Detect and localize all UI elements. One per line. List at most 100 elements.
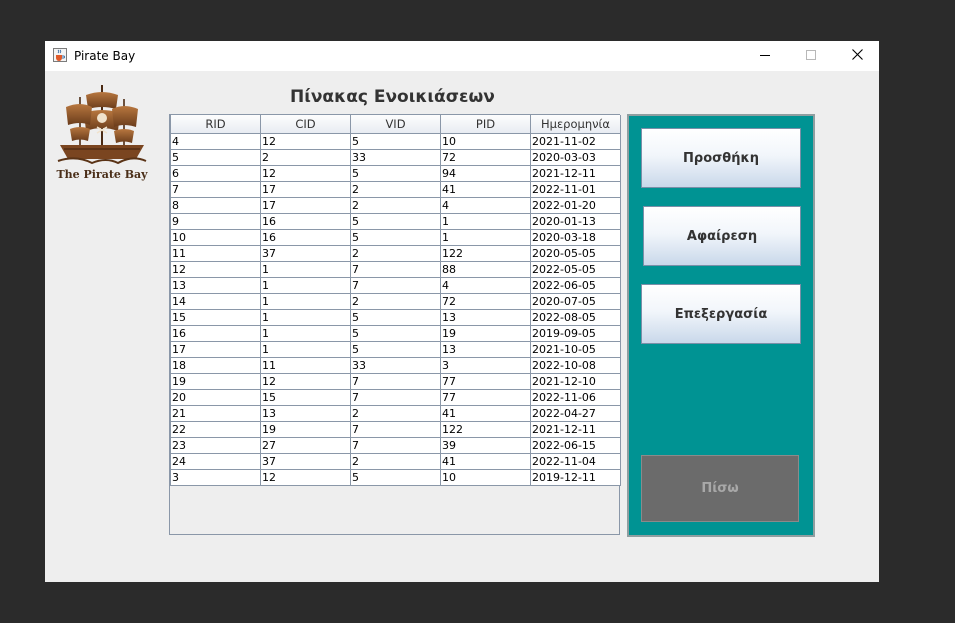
table-cell[interactable]: 5 — [350, 309, 441, 326]
table-cell[interactable]: 4 — [170, 133, 261, 150]
table-cell[interactable]: 12 — [260, 133, 351, 150]
table-cell[interactable]: 21 — [170, 405, 261, 422]
table-cell[interactable]: 41 — [440, 453, 531, 470]
table-cell[interactable]: 19 — [260, 421, 351, 438]
table-cell[interactable]: 20 — [170, 389, 261, 406]
table-cell[interactable]: 5 — [350, 165, 441, 182]
table-cell[interactable]: 2 — [260, 149, 351, 166]
table-cell[interactable]: 1 — [260, 293, 351, 310]
table-cell[interactable]: 2021-12-10 — [530, 373, 621, 390]
table-cell[interactable]: 3 — [440, 357, 531, 374]
table-cell[interactable]: 2020-07-05 — [530, 293, 621, 310]
table-row[interactable]: 10 16 5 1 2020-03-18 — [170, 229, 621, 246]
table-cell[interactable]: 15 — [260, 389, 351, 406]
table-cell[interactable]: 2021-12-11 — [530, 165, 621, 182]
table-cell[interactable]: 1 — [260, 325, 351, 342]
table-cell[interactable]: 1 — [440, 213, 531, 230]
table-cell[interactable]: 7 — [350, 277, 441, 294]
table-cell[interactable]: 17 — [260, 181, 351, 198]
table-cell[interactable]: 6 — [170, 165, 261, 182]
table-row[interactable]: 12 1 7 88 2022-05-05 — [170, 261, 621, 278]
table-cell[interactable]: 16 — [260, 213, 351, 230]
table-cell[interactable]: 7 — [350, 389, 441, 406]
table-cell[interactable]: 14 — [170, 293, 261, 310]
table-cell[interactable]: 5 — [350, 229, 441, 246]
table-cell[interactable]: 33 — [350, 357, 441, 374]
edit-button[interactable]: Επεξεργασία — [641, 284, 801, 344]
table-cell[interactable]: 2022-06-05 — [530, 277, 621, 294]
close-button[interactable] — [834, 41, 879, 71]
table-cell[interactable]: 24 — [170, 453, 261, 470]
table-cell[interactable]: 2020-03-03 — [530, 149, 621, 166]
table-cell[interactable]: 5 — [350, 325, 441, 342]
table-cell[interactable]: 19 — [440, 325, 531, 342]
table-row[interactable]: 21 13 2 41 2022-04-27 — [170, 405, 621, 422]
maximize-button[interactable] — [788, 41, 834, 71]
table-cell[interactable]: 2 — [350, 293, 441, 310]
table-cell[interactable]: 2019-09-05 — [530, 325, 621, 342]
table-row[interactable]: 17 1 5 13 2021-10-05 — [170, 341, 621, 358]
table-cell[interactable]: 122 — [440, 245, 531, 262]
table-cell[interactable]: 5 — [350, 341, 441, 358]
table-cell[interactable]: 7 — [170, 181, 261, 198]
table-cell[interactable]: 11 — [260, 357, 351, 374]
table-cell[interactable]: 5 — [170, 149, 261, 166]
table-cell[interactable]: 2021-12-11 — [530, 421, 621, 438]
table-cell[interactable]: 1 — [260, 309, 351, 326]
table-cell[interactable]: 11 — [170, 245, 261, 262]
table-cell[interactable]: 15 — [170, 309, 261, 326]
table-cell[interactable]: 27 — [260, 437, 351, 454]
table-cell[interactable]: 8 — [170, 197, 261, 214]
table-cell[interactable]: 1 — [260, 341, 351, 358]
table-cell[interactable]: 16 — [260, 229, 351, 246]
table-cell[interactable]: 77 — [440, 389, 531, 406]
table-row[interactable]: 11 37 2 122 2020-05-05 — [170, 245, 621, 262]
column-header-vid[interactable]: VID — [350, 115, 441, 134]
table-cell[interactable]: 19 — [170, 373, 261, 390]
table-cell[interactable]: 1 — [440, 229, 531, 246]
table-row[interactable]: 23 27 7 39 2022-06-15 — [170, 437, 621, 454]
table-cell[interactable]: 7 — [350, 421, 441, 438]
table-cell[interactable]: 9 — [170, 213, 261, 230]
table-cell[interactable]: 2022-11-01 — [530, 181, 621, 198]
table-row[interactable]: 14 1 2 72 2020-07-05 — [170, 293, 621, 310]
back-button[interactable]: Πίσω — [641, 455, 799, 522]
column-header-pid[interactable]: PID — [440, 115, 531, 134]
table-cell[interactable]: 13 — [440, 341, 531, 358]
table-cell[interactable]: 2 — [350, 405, 441, 422]
table-cell[interactable]: 2022-08-05 — [530, 309, 621, 326]
table-cell[interactable]: 88 — [440, 261, 531, 278]
table-row[interactable]: 18 11 33 3 2022-10-08 — [170, 357, 621, 374]
column-header-cid[interactable]: CID — [260, 115, 351, 134]
table-cell[interactable]: 2021-10-05 — [530, 341, 621, 358]
table-row[interactable]: 6 12 5 94 2021-12-11 — [170, 165, 621, 182]
table-cell[interactable]: 12 — [170, 261, 261, 278]
table-cell[interactable]: 2022-11-06 — [530, 389, 621, 406]
table-row[interactable]: 22 19 7 122 2021-12-11 — [170, 421, 621, 438]
table-row[interactable]: 5 2 33 72 2020-03-03 — [170, 149, 621, 166]
table-cell[interactable]: 2 — [350, 245, 441, 262]
column-header-rid[interactable]: RID — [170, 115, 261, 134]
table-cell[interactable]: 4 — [440, 277, 531, 294]
table-cell[interactable]: 22 — [170, 421, 261, 438]
table-cell[interactable]: 10 — [170, 229, 261, 246]
rentals-table[interactable]: RID CID VID PID Ημερομηνία 4 12 5 10 2021-11… — [170, 115, 621, 486]
table-cell[interactable]: 1 — [260, 277, 351, 294]
table-cell[interactable]: 18 — [170, 357, 261, 374]
title-bar[interactable]: Pirate Bay — [45, 41, 879, 71]
table-cell[interactable]: 72 — [440, 149, 531, 166]
table-row[interactable]: 24 37 2 41 2022-11-04 — [170, 453, 621, 470]
table-cell[interactable]: 5 — [350, 213, 441, 230]
rentals-table-scrollpane[interactable]: RID CID VID PID Ημερομηνία 4 12 5 10 2021-11… — [169, 114, 621, 535]
table-row[interactable]: 3 12 5 10 2019-12-11 — [170, 469, 621, 486]
table-cell[interactable]: 2 — [350, 181, 441, 198]
table-cell[interactable]: 12 — [260, 373, 351, 390]
table-cell[interactable]: 41 — [440, 181, 531, 198]
table-cell[interactable]: 2022-01-20 — [530, 197, 621, 214]
table-cell[interactable]: 2 — [350, 197, 441, 214]
table-cell[interactable]: 37 — [260, 245, 351, 262]
table-cell[interactable]: 2 — [350, 453, 441, 470]
remove-button[interactable]: Αφαίρεση — [643, 206, 801, 266]
table-row[interactable]: 16 1 5 19 2019-09-05 — [170, 325, 621, 342]
table-cell[interactable]: 2020-05-05 — [530, 245, 621, 262]
